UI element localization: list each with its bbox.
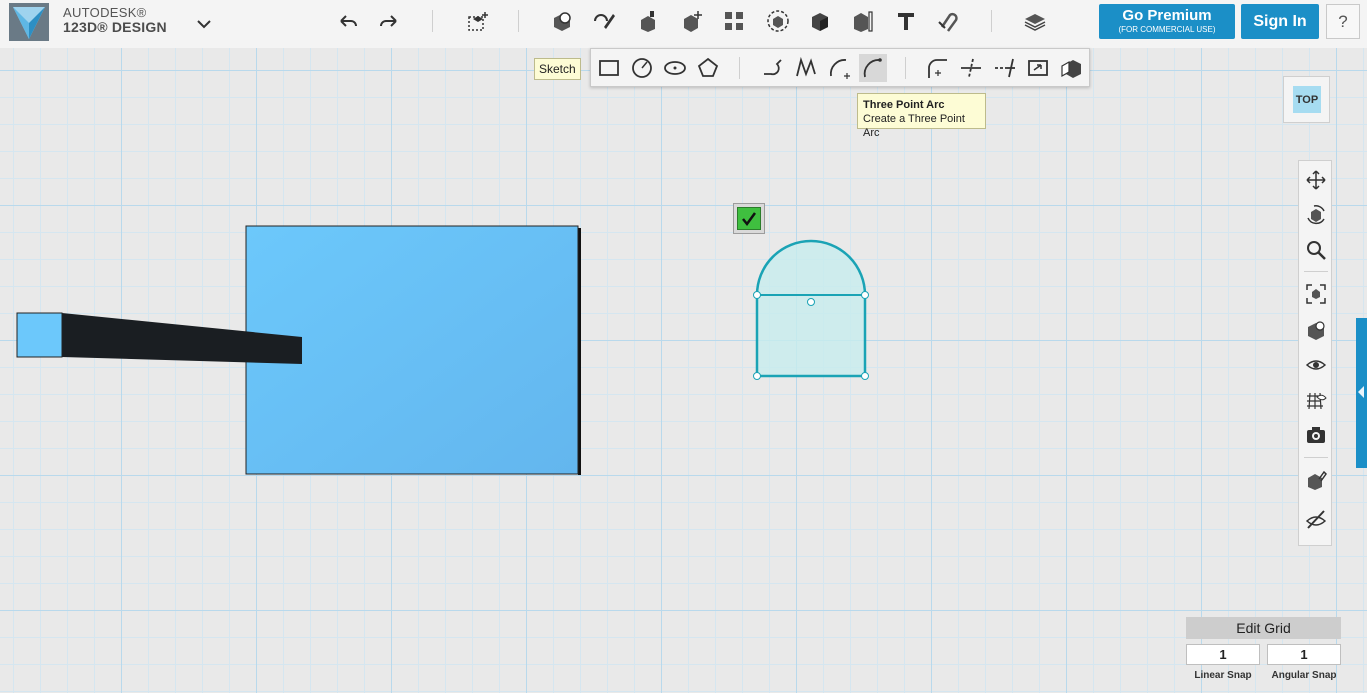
- tooltip-title: Three Point Arc: [863, 99, 945, 111]
- sketch-label: Sketch: [534, 58, 581, 80]
- app-logo-icon[interactable]: [7, 1, 51, 43]
- brand-company: AUTODESK®: [63, 5, 147, 20]
- trim-icon[interactable]: [957, 54, 985, 82]
- chevron-left-icon: [1358, 386, 1364, 398]
- three-point-arc-icon[interactable]: [859, 54, 887, 82]
- checkmark-icon: [737, 207, 761, 230]
- edit-grid-button[interactable]: Edit Grid: [1186, 617, 1341, 639]
- beam-end-face[interactable]: [16, 312, 63, 358]
- view-mode-icon[interactable]: [1303, 317, 1329, 343]
- two-point-arc-icon[interactable]: [826, 54, 854, 82]
- arc-center-point[interactable]: [807, 298, 815, 306]
- go-premium-sublabel: (FOR COMMERCIAL USE): [1118, 25, 1216, 34]
- view-cube-face[interactable]: TOP: [1293, 86, 1321, 113]
- fit-icon[interactable]: [1303, 281, 1329, 307]
- ellipse-icon[interactable]: [661, 54, 689, 82]
- navigation-bar: [1298, 160, 1332, 546]
- visibility-icon[interactable]: [1303, 352, 1329, 378]
- brand-product: 123D® DESIGN: [63, 19, 167, 35]
- offset-icon[interactable]: [1024, 54, 1052, 82]
- tool-tooltip: Three Point Arc Create a Three Point Arc: [857, 93, 986, 139]
- pan-icon[interactable]: [1303, 167, 1329, 193]
- top-toolbar: AUTODESK® 123D® DESIGN Go Premium (FOR C…: [0, 0, 1367, 49]
- nav-divider: [1304, 271, 1328, 272]
- side-panel-toggle[interactable]: [1356, 318, 1367, 468]
- rectangle-icon[interactable]: [595, 54, 623, 82]
- polygon-icon[interactable]: [694, 54, 722, 82]
- grid-icon[interactable]: [1303, 387, 1329, 413]
- fillet-icon[interactable]: [923, 54, 951, 82]
- circle-icon[interactable]: [628, 54, 656, 82]
- edit-grid-panel: Edit Grid 1 1 Linear Snap Angular Snap: [1186, 617, 1341, 687]
- chevron-down-icon[interactable]: [194, 14, 214, 34]
- angular-snap-input[interactable]: 1: [1267, 644, 1341, 665]
- extend-icon[interactable]: [991, 54, 1019, 82]
- linear-snap-input[interactable]: 1: [1186, 644, 1260, 665]
- zoom-icon[interactable]: [1303, 237, 1329, 263]
- redo-icon[interactable]: [374, 6, 404, 36]
- sketch-icon[interactable]: [589, 6, 619, 36]
- go-premium-label: Go Premium: [1122, 7, 1212, 24]
- text-icon[interactable]: [891, 6, 921, 36]
- materials-icon[interactable]: [1020, 6, 1050, 36]
- sketch-point[interactable]: [861, 291, 869, 299]
- material-display-icon[interactable]: [1303, 467, 1329, 493]
- toolbar-divider: [991, 10, 992, 32]
- design-viewport[interactable]: [0, 48, 1367, 693]
- angular-snap-label: Angular Snap: [1271, 670, 1337, 681]
- pattern-icon[interactable]: [719, 6, 749, 36]
- view-cube[interactable]: TOP: [1283, 76, 1330, 123]
- sketch-profile[interactable]: [755, 239, 867, 378]
- sketch-point[interactable]: [861, 372, 869, 380]
- confirm-sketch-button[interactable]: [733, 203, 765, 234]
- modify-icon[interactable]: [677, 6, 707, 36]
- tooltip-description: Create a Three Point Arc: [863, 113, 965, 139]
- sketch-toolbar: [590, 48, 1090, 87]
- combine-icon[interactable]: [805, 6, 835, 36]
- toolbar-divider: [518, 10, 519, 32]
- help-button[interactable]: ?: [1326, 4, 1360, 39]
- screenshot-icon[interactable]: [1303, 422, 1329, 448]
- sign-in-button[interactable]: Sign In: [1241, 4, 1319, 39]
- nav-divider: [1304, 457, 1328, 458]
- linear-snap-label: Linear Snap: [1194, 670, 1252, 681]
- app-brand: AUTODESK® 123D® DESIGN: [63, 5, 167, 35]
- go-premium-button[interactable]: Go Premium (FOR COMMERCIAL USE): [1099, 4, 1235, 39]
- sketch-divider: [905, 57, 906, 79]
- spline-icon[interactable]: [792, 54, 820, 82]
- undo-icon[interactable]: [333, 6, 363, 36]
- transform-icon[interactable]: [462, 6, 492, 36]
- orbit-icon[interactable]: [1303, 202, 1329, 228]
- scene: [16, 225, 869, 475]
- hide-icon[interactable]: [1303, 506, 1329, 532]
- toolbar-divider: [432, 10, 433, 32]
- primitives-icon[interactable]: [547, 6, 577, 36]
- snap-icon[interactable]: [933, 6, 963, 36]
- project-icon[interactable]: [1058, 54, 1086, 82]
- grouping-icon[interactable]: [763, 6, 793, 36]
- measure-icon[interactable]: [848, 6, 878, 36]
- polyline-icon[interactable]: [759, 54, 787, 82]
- construct-icon[interactable]: [633, 6, 663, 36]
- sketch-divider: [739, 57, 740, 79]
- sketch-point[interactable]: [753, 372, 761, 380]
- sketch-point[interactable]: [753, 291, 761, 299]
